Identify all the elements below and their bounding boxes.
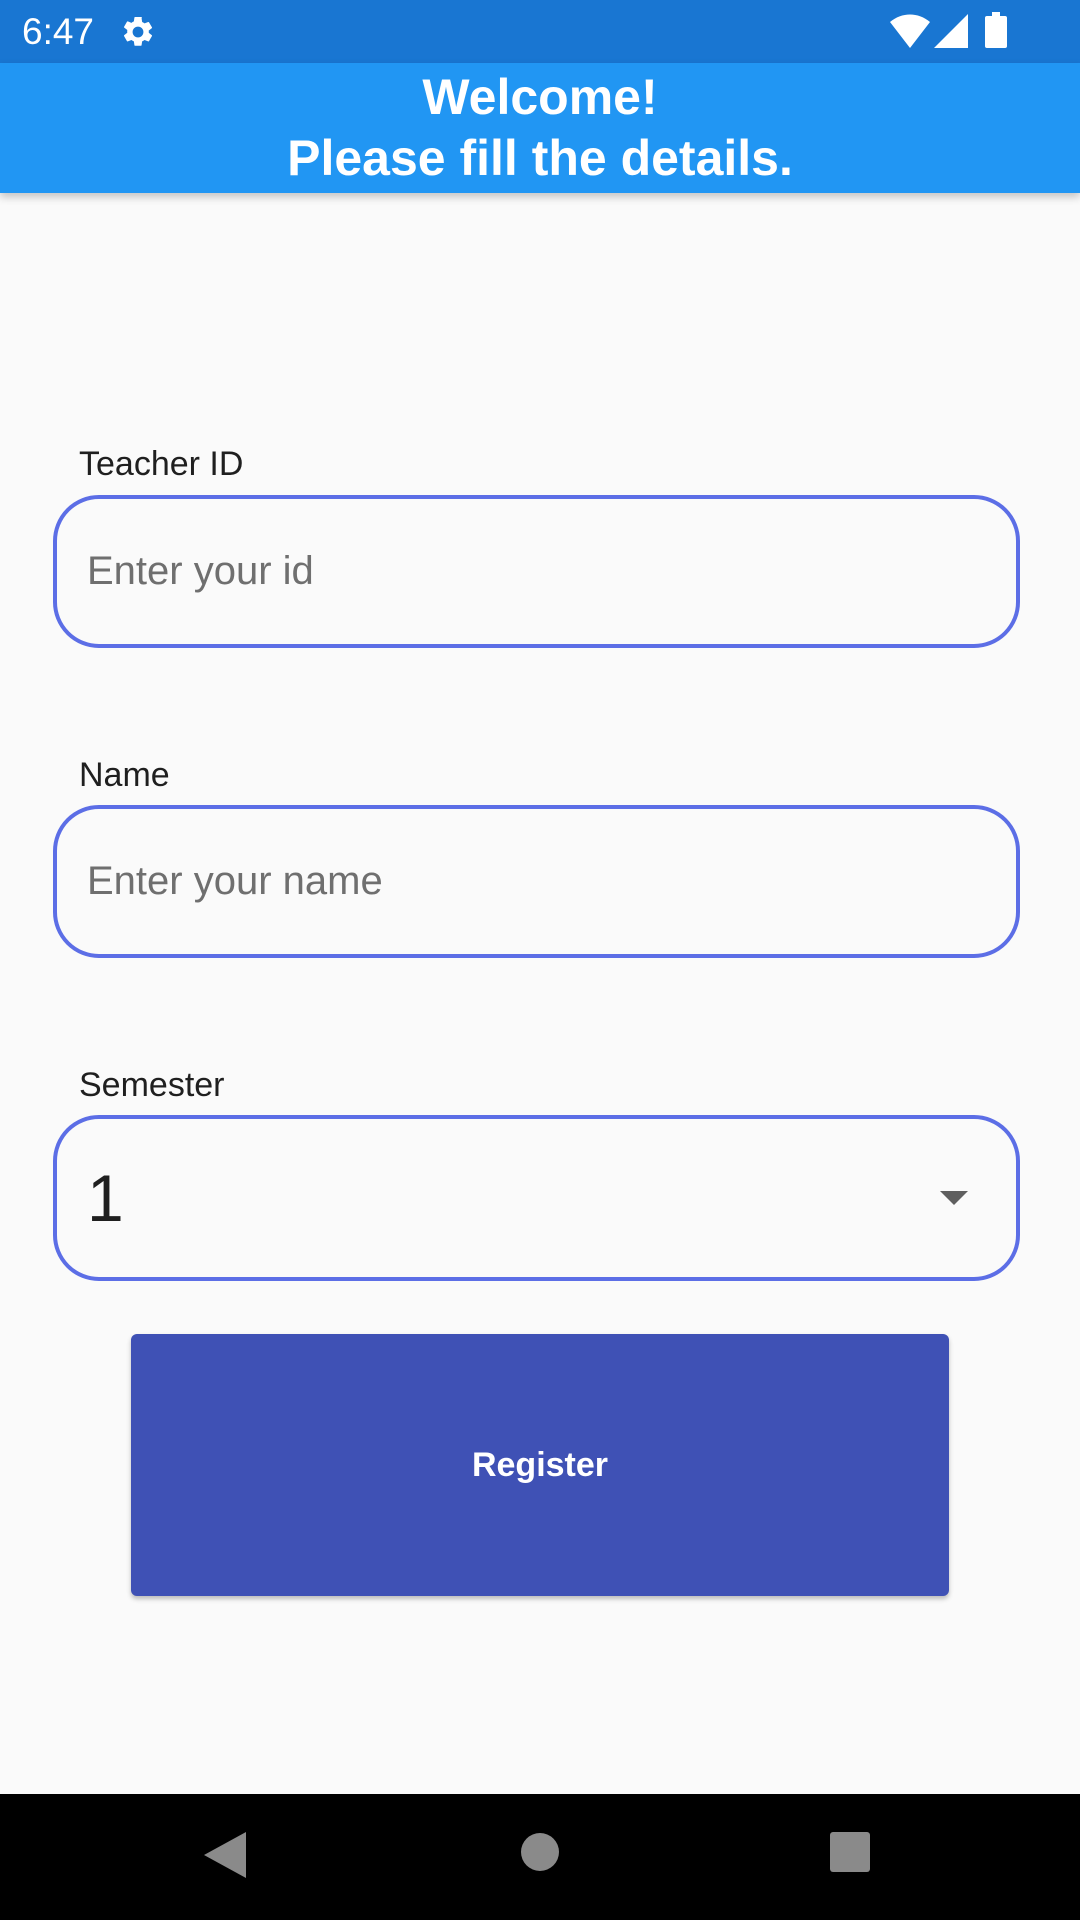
status-time: 6:47 xyxy=(22,11,95,52)
wifi-icon xyxy=(890,14,930,48)
teacher-id-placeholder: Enter your id xyxy=(87,549,314,593)
page-title: Welcome! xyxy=(422,69,658,125)
signal-icon xyxy=(934,14,968,48)
semester-dropdown[interactable]: 1 xyxy=(53,1115,1020,1281)
register-button[interactable]: Register xyxy=(131,1334,949,1596)
semester-selected-value: 1 xyxy=(87,1161,124,1235)
name-label: Name xyxy=(79,756,170,794)
home-icon[interactable] xyxy=(520,1832,560,1872)
status-bar: 6:47 xyxy=(0,0,1080,63)
register-button-label: Register xyxy=(471,1445,609,1484)
teacher-id-label: Teacher ID xyxy=(79,445,244,483)
page-subtitle: Please fill the details. xyxy=(287,130,793,186)
battery-icon xyxy=(985,12,1007,48)
dropdown-arrow-icon xyxy=(940,1191,968,1205)
gear-icon xyxy=(123,16,153,46)
teacher-id-field[interactable]: Enter your id xyxy=(53,495,1020,648)
app-bar: Welcome! Please fill the details. xyxy=(0,63,1080,193)
name-placeholder: Enter your name xyxy=(87,859,383,903)
semester-label: Semester xyxy=(79,1066,225,1104)
back-icon[interactable] xyxy=(204,1832,246,1878)
name-field[interactable]: Enter your name xyxy=(53,805,1020,958)
recents-icon[interactable] xyxy=(830,1832,870,1872)
system-nav-bar xyxy=(0,1794,1080,1920)
